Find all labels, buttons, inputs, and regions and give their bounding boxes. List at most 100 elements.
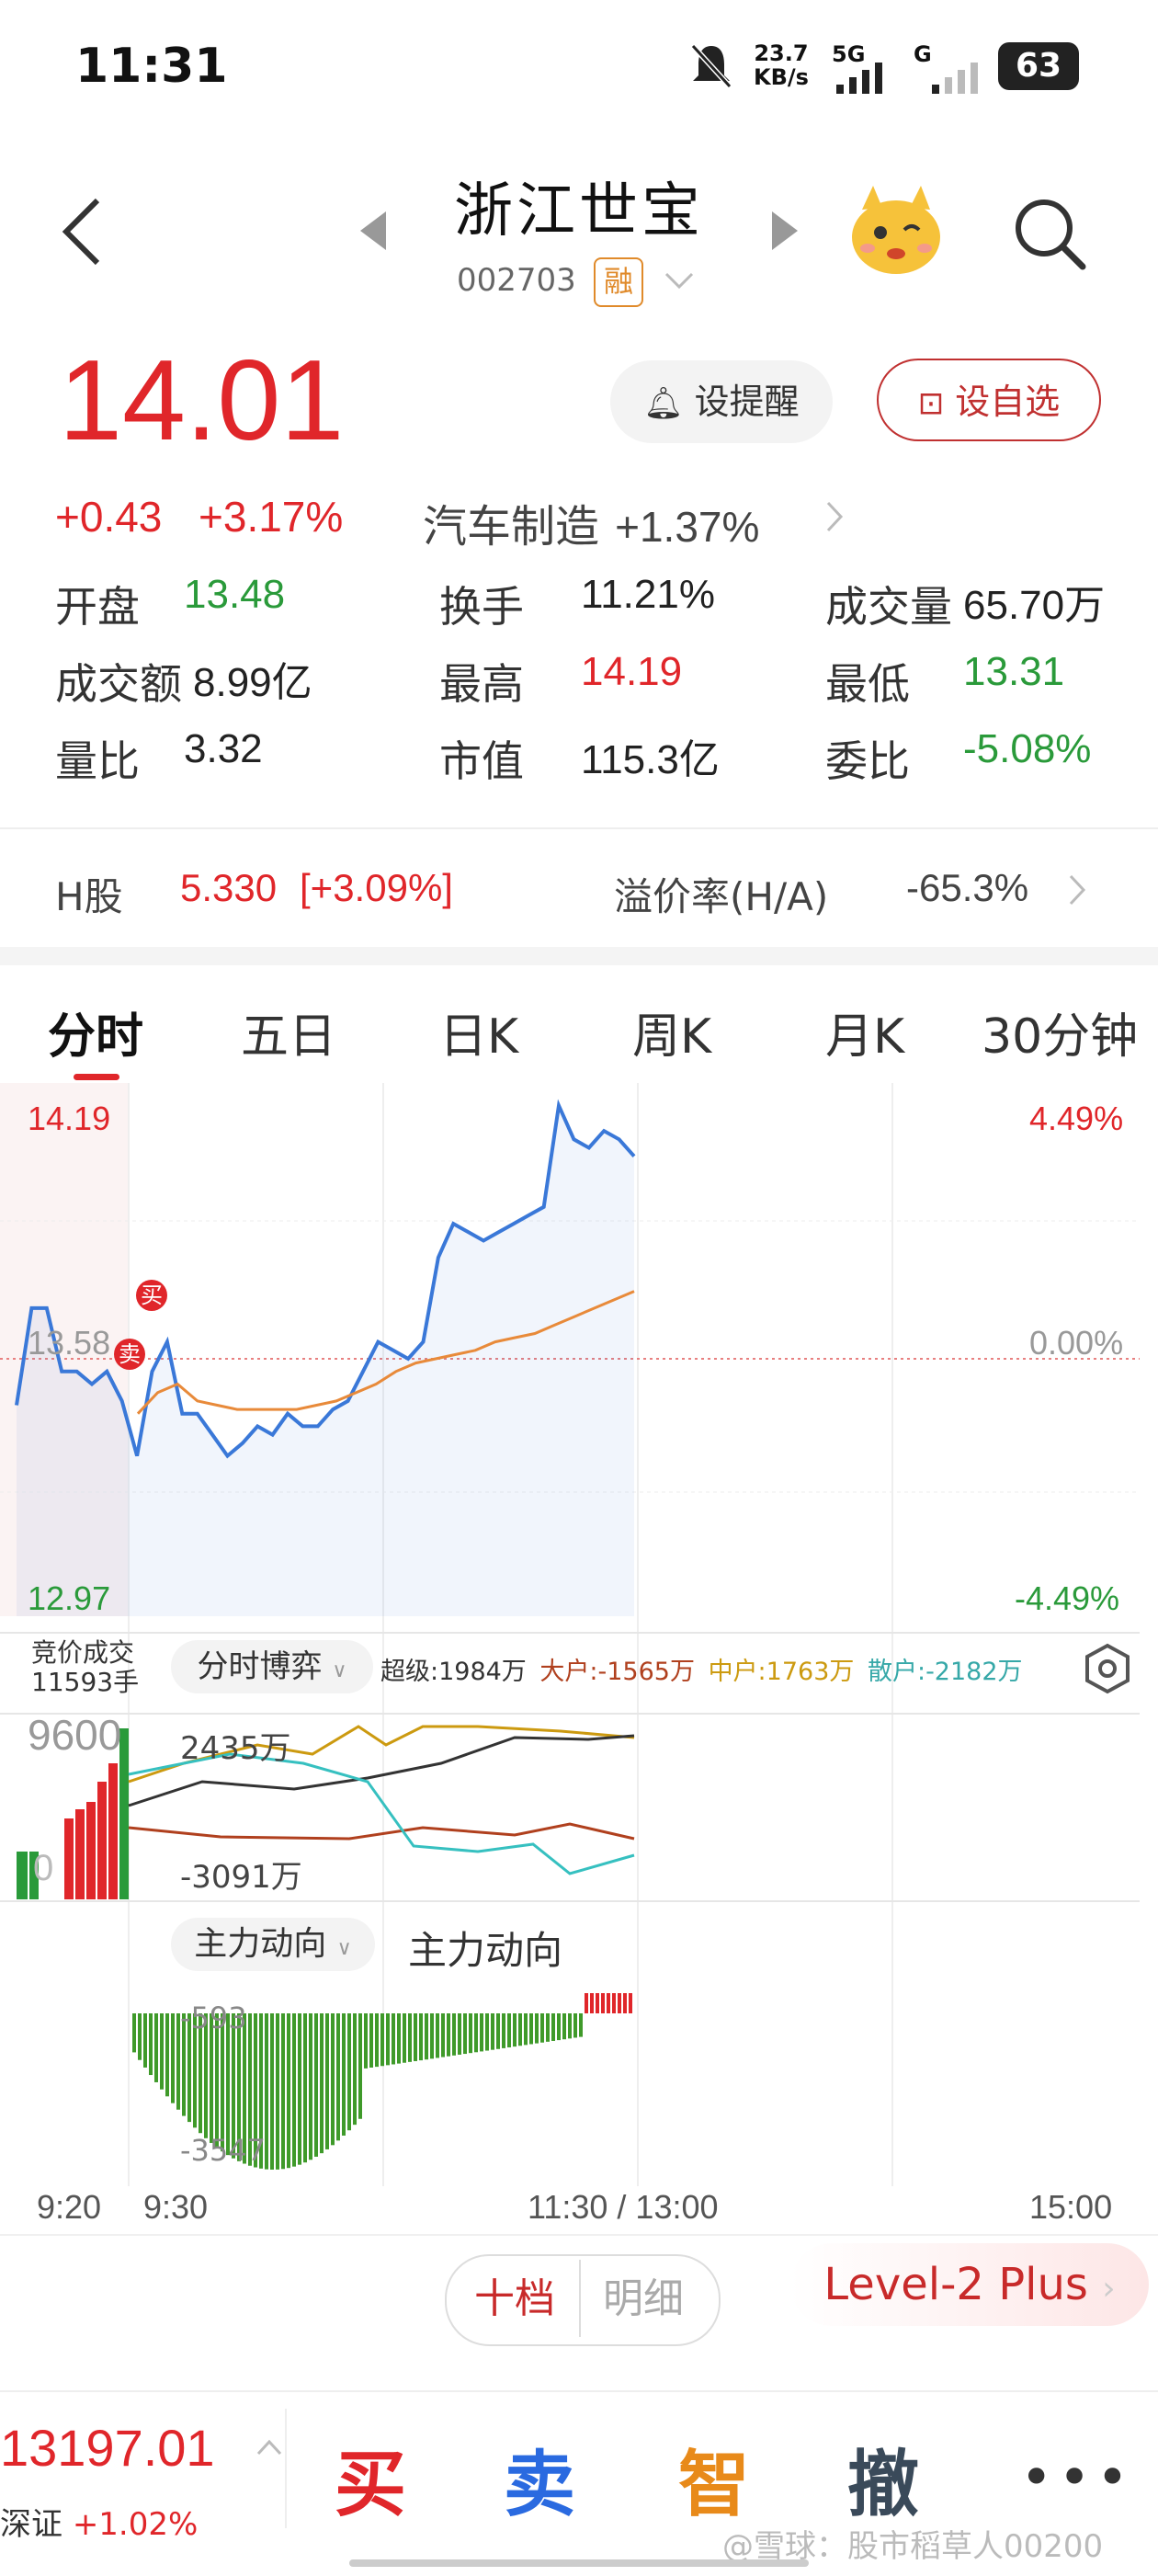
stat-value: 115.3亿 <box>581 737 720 782</box>
main-flow-bar <box>408 2013 412 2062</box>
main-flow-bar <box>585 1993 588 2013</box>
stat-label: 委比 <box>825 736 910 786</box>
main-flow-bar <box>392 2013 395 2065</box>
buy-marker[interactable]: 买 <box>136 1280 167 1311</box>
smart-button[interactable]: 智 <box>678 2427 750 2530</box>
chevron-down-icon: ∨ <box>336 1937 352 1960</box>
price-change-pct: +3.17% <box>199 493 344 541</box>
main-flow-bar <box>629 1993 632 2013</box>
add-watchlist-button[interactable]: ⊡ 设自选 <box>877 359 1101 441</box>
main-flow-bar <box>347 2013 351 2131</box>
retail-flow: 散户:-2182万 <box>867 1658 1023 1686</box>
set-alert-button[interactable]: 🔔︎ 设提醒 <box>610 360 833 443</box>
main-flow-bar <box>596 1993 599 2013</box>
chevron-down-icon[interactable] <box>664 270 695 291</box>
next-stock-icon[interactable] <box>768 208 801 254</box>
tab-2[interactable]: 日K <box>439 997 518 1066</box>
buy-button[interactable]: 买 <box>335 2427 406 2530</box>
main-flow-bar <box>518 2013 522 2046</box>
tab-4[interactable]: 月K <box>825 997 904 1066</box>
tab-5[interactable]: 30分钟 <box>982 997 1138 1066</box>
time-label-close: 15:00 <box>1029 2188 1113 2226</box>
flow-summary: 超级:1984万 大户:-1565万 中户:1763万 散户:-2182万 <box>380 1651 1023 1687</box>
stat-label: 换手 <box>439 582 524 632</box>
mid-flow: 中户:1763万 <box>708 1658 855 1686</box>
more-icon[interactable]: ••• <box>1020 2445 1134 2510</box>
stat-label: 最高 <box>439 659 524 709</box>
stock-name: 浙江世宝 <box>454 177 704 245</box>
main-flow-bar <box>325 2013 329 2149</box>
main-flow-bar <box>320 2013 324 2154</box>
mute-bell-icon <box>690 43 732 89</box>
hshare-row[interactable]: H股 5.330 [+3.09%] 溢价率(H/A) -65.3% <box>0 848 1158 940</box>
chevron-up-icon[interactable] <box>255 2438 283 2456</box>
cancel-order-button[interactable]: 撤 <box>847 2427 919 2530</box>
main-flow-bar <box>336 2013 340 2141</box>
hshare-pct: [+3.09%] <box>300 866 453 909</box>
stat-value: 65.70万 <box>963 583 1106 628</box>
main-flow-bar <box>154 2013 158 2082</box>
big-flow: 大户:-1565万 <box>539 1658 695 1686</box>
tab-3[interactable]: 周K <box>632 997 711 1066</box>
tab-1[interactable]: 五日 <box>241 997 336 1066</box>
main-flow-bar <box>425 2013 428 2060</box>
main-flow-bar <box>369 2013 373 2068</box>
main-flow-bar <box>138 2013 142 2060</box>
tab-0[interactable]: 分时 <box>48 997 143 1066</box>
volume-zero-label: 0 <box>33 1848 54 1888</box>
premium-value: -65.3% <box>906 866 1029 909</box>
price-change: +0.43 <box>55 493 163 541</box>
status-time: 11:31 <box>75 39 228 94</box>
time-label-open-auction: 9:20 <box>37 2188 102 2226</box>
main-flow-bar <box>623 1993 627 2013</box>
main-flow-bar <box>143 2013 147 2068</box>
main-flow-bar <box>496 2013 500 2049</box>
main-flow-bar <box>474 2013 478 2053</box>
stat-value: 13.31 <box>963 649 1065 694</box>
divider <box>0 827 1158 829</box>
main-flow-title: 主力动向 <box>408 1928 563 1973</box>
main-flow-bar <box>303 2013 307 2163</box>
sell-button[interactable]: 卖 <box>504 2427 575 2530</box>
bell-icon: 🔔︎ <box>643 385 684 422</box>
home-indicator[interactable] <box>349 2559 809 2567</box>
mascot-icon[interactable] <box>846 182 947 279</box>
divider <box>579 2260 581 2337</box>
tab-details[interactable]: 明细 <box>588 2265 698 2324</box>
main-flow-bar <box>507 2013 511 2048</box>
main-flow-bar <box>386 2013 390 2066</box>
main-flow-bar <box>562 2013 566 2040</box>
stat-value: 14.19 <box>581 649 683 694</box>
main-flow-bar <box>447 2013 450 2057</box>
search-icon[interactable] <box>1011 195 1088 272</box>
stat-value: 13.48 <box>184 572 286 617</box>
stat-label: 开盘 <box>55 582 140 632</box>
sector-link[interactable]: 汽车制造 +1.37% <box>423 490 836 553</box>
more-square-icon: ⊡ <box>917 385 945 422</box>
section-gap <box>0 947 1158 965</box>
main-flow-bar <box>380 2013 384 2067</box>
main-flow-bar <box>618 1993 621 2013</box>
main-flow-bar <box>358 2013 362 2119</box>
sector-name: 汽车制造 <box>423 501 600 553</box>
main-flow-select[interactable]: 主力动向 ∨ <box>171 1918 375 1971</box>
time-label-noon: 11:30 / 13:00 <box>528 2188 719 2226</box>
sell-marker[interactable]: 卖 <box>114 1339 145 1370</box>
settings-hex-icon[interactable] <box>1081 1642 1134 1695</box>
net-speed-value: 23.7 <box>754 40 809 66</box>
main-flow-bar <box>397 2013 401 2064</box>
signal-icon <box>836 63 882 94</box>
chevron-right-icon: › <box>1102 2270 1116 2308</box>
flow-bottom-label: -3091万 <box>180 1859 302 1896</box>
net-speed: 23.7 KB/s <box>754 41 809 89</box>
tab-ten-levels[interactable]: 十档 <box>460 2265 570 2324</box>
stat-value: 8.99亿 <box>193 660 312 705</box>
pct-low-label: -4.49% <box>1015 1579 1120 1617</box>
flow-mode-select[interactable]: 分时博弈 ∨ <box>171 1640 373 1693</box>
price-low-label: 12.97 <box>28 1579 111 1617</box>
level2-button[interactable]: Level-2 Plus › <box>790 2243 1149 2326</box>
auction-volume: 11593手 <box>31 1667 140 1697</box>
main-flow-bar <box>452 2013 456 2056</box>
index-value[interactable]: 13197.01 <box>0 2418 215 2478</box>
main-flow-bar <box>436 2013 439 2058</box>
